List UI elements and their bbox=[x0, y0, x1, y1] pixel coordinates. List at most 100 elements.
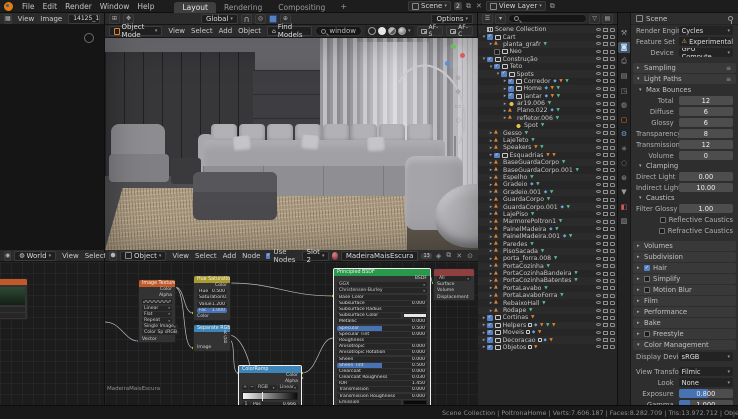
properties-row[interactable]: Film ⚠ ▾ ≡ bbox=[633, 296, 736, 306]
disable-viewport-icon[interactable] bbox=[603, 249, 608, 253]
hide-eye-icon[interactable] bbox=[596, 153, 601, 156]
property-field[interactable]: ⚠ 1.00 ▾ bbox=[679, 204, 733, 213]
node-value-slider[interactable]: Saturation0.660 bbox=[197, 295, 227, 300]
disable-viewport-icon[interactable] bbox=[603, 102, 608, 106]
outliner-row[interactable]: PisoSacada bbox=[478, 248, 617, 255]
image-texture-node[interactable]: Image Texture Color Alpha Linear▾Flat▾Re… bbox=[138, 279, 176, 343]
preset-menu-icon[interactable]: ≡ bbox=[726, 65, 731, 72]
properties-row[interactable]: Feature Set ⚠ Experimental ▾ ≡ bbox=[631, 36, 738, 47]
outliner-row[interactable]: Helpers bbox=[478, 322, 617, 329]
view-layer-selector[interactable]: View Layer ▾ bbox=[486, 1, 546, 11]
solid-shading-icon[interactable] bbox=[378, 27, 386, 35]
properties-row[interactable]: Caustics ⚠ ▾ ≡ bbox=[631, 193, 738, 203]
hide-eye-icon[interactable] bbox=[596, 94, 601, 97]
disable-render-icon[interactable] bbox=[610, 264, 615, 268]
rendered-shading-icon[interactable] bbox=[398, 27, 406, 35]
filter-options-icon[interactable]: ▤ bbox=[602, 14, 613, 24]
outliner-row[interactable]: Neo bbox=[478, 48, 617, 55]
texture[interactable]: ▨ bbox=[618, 216, 630, 227]
outliner-row[interactable]: refletor.006 bbox=[478, 115, 617, 122]
view-options-icon[interactable] bbox=[84, 33, 94, 43]
matcap-preview-icon[interactable] bbox=[269, 15, 277, 23]
display-mode-icon[interactable]: ▾ bbox=[495, 14, 506, 24]
disable-render-icon[interactable] bbox=[610, 42, 615, 46]
hide-eye-icon[interactable] bbox=[596, 146, 601, 149]
disable-render-icon[interactable] bbox=[610, 205, 615, 209]
outliner-row[interactable]: MarmorePoltron1 bbox=[478, 218, 617, 225]
outliner-row[interactable]: PortaCozinhaBandeira bbox=[478, 270, 617, 277]
outliner-row[interactable]: Cart bbox=[478, 33, 617, 40]
collection-checkbox[interactable] bbox=[508, 79, 514, 85]
color-swatch[interactable] bbox=[403, 313, 427, 318]
disable-render-icon[interactable] bbox=[610, 294, 615, 298]
node-value-slider[interactable]: Transmission0.000 bbox=[337, 387, 427, 392]
properties-row[interactable]: ⚠ ▾ ≡ bbox=[631, 58, 738, 62]
properties-row[interactable]: Render Engine ⚠ Cycles ▾ ≡ bbox=[631, 25, 738, 36]
section-arrow-icon[interactable] bbox=[637, 76, 644, 82]
collection-checkbox[interactable] bbox=[487, 34, 493, 40]
property-field[interactable]: ⚠ 8 ▾ bbox=[679, 129, 733, 138]
subsurface-method-dropdown[interactable]: Christensen-Burley▾ bbox=[337, 288, 427, 293]
hide-eye-icon[interactable] bbox=[596, 345, 601, 348]
node-value-slider[interactable]: Subsurface Radius bbox=[337, 307, 427, 312]
disable-viewport-icon[interactable] bbox=[603, 87, 608, 91]
menu-item[interactable]: Add bbox=[220, 252, 240, 260]
viewport-canvas[interactable]: ⊕ ✥ ▭ ◇ bbox=[105, 38, 478, 250]
section-checkbox[interactable] bbox=[644, 287, 650, 293]
disable-viewport-icon[interactable] bbox=[603, 109, 608, 113]
disable-viewport-icon[interactable] bbox=[603, 323, 608, 327]
colorspace-dropdown[interactable]: Color Sp sRGB bbox=[142, 330, 179, 335]
collection-checkbox[interactable] bbox=[487, 323, 493, 329]
image-editor-canvas[interactable] bbox=[0, 25, 104, 250]
menu-item[interactable]: Node bbox=[239, 252, 263, 260]
properties-row[interactable]: Transmission ⚠ 12 ▾ ≡ bbox=[631, 139, 738, 150]
collection-checkbox[interactable] bbox=[487, 337, 493, 343]
hide-eye-icon[interactable] bbox=[596, 168, 601, 171]
node-value-slider[interactable]: Sheen Tint0.500 bbox=[337, 363, 427, 368]
property-field[interactable]: ⚠ 12 ▾ bbox=[679, 96, 733, 105]
disable-render-icon[interactable] bbox=[610, 338, 615, 342]
properties-row[interactable]: Volumes ⚠ ▾ ≡ bbox=[633, 241, 736, 251]
disable-viewport-icon[interactable] bbox=[603, 190, 608, 194]
disable-viewport-icon[interactable] bbox=[603, 139, 608, 143]
disable-render-icon[interactable] bbox=[610, 35, 615, 39]
transform-orientation-dropdown[interactable]: Global ▾ bbox=[201, 14, 238, 24]
node-value-slider[interactable]: Clearcoat0.000 bbox=[337, 369, 427, 374]
disable-viewport-icon[interactable] bbox=[603, 338, 608, 342]
hide-eye-icon[interactable] bbox=[596, 79, 601, 82]
section-arrow-icon[interactable] bbox=[637, 276, 644, 282]
menu-item[interactable]: Select bbox=[192, 252, 220, 260]
use-nodes-checkbox[interactable]: ✓ bbox=[266, 253, 270, 259]
world[interactable]: ◍ bbox=[618, 100, 630, 111]
properties-row[interactable]: Clamping ⚠ ▾ ≡ bbox=[631, 161, 738, 171]
preset-menu-icon[interactable]: ≡ bbox=[726, 76, 731, 83]
gizmo-toggle-icon[interactable]: ⊕ bbox=[280, 14, 291, 24]
properties-row[interactable]: Diffuse ⚠ 6 ▾ ≡ bbox=[631, 106, 738, 117]
hide-eye-icon[interactable] bbox=[596, 190, 601, 193]
outliner-row[interactable]: Teto bbox=[478, 63, 617, 70]
disable-viewport-icon[interactable] bbox=[603, 57, 608, 61]
particles[interactable]: ✳ bbox=[618, 143, 630, 154]
disable-render-icon[interactable] bbox=[610, 94, 615, 98]
hide-eye-icon[interactable] bbox=[596, 176, 601, 179]
disable-render-icon[interactable] bbox=[610, 131, 615, 135]
image-browse-widget[interactable] bbox=[142, 299, 172, 304]
section-arrow-icon[interactable] bbox=[637, 287, 644, 293]
shader-type-dropdown[interactable]: Object ▾ bbox=[120, 251, 166, 261]
outliner-row[interactable]: Objetos bbox=[478, 344, 617, 351]
node-value-slider[interactable]: Sheen0.000 bbox=[337, 357, 427, 362]
collection-checkbox[interactable] bbox=[487, 345, 493, 351]
disable-viewport-icon[interactable] bbox=[603, 345, 608, 349]
editor-type-icon[interactable]: ⊞ bbox=[109, 14, 120, 24]
hide-eye-icon[interactable] bbox=[596, 323, 601, 326]
section-arrow-icon[interactable] bbox=[637, 309, 644, 315]
node-value-slider[interactable]: Subsurface Color bbox=[337, 313, 401, 318]
section-arrow-icon[interactable] bbox=[637, 298, 644, 304]
hide-eye-icon[interactable] bbox=[596, 316, 601, 319]
menu-item[interactable]: Help bbox=[133, 2, 158, 11]
properties-row[interactable]: Look ⚠ None ▾ ≡ bbox=[631, 377, 738, 388]
disable-render-icon[interactable] bbox=[610, 301, 615, 305]
outliner-row[interactable]: Scene Collection bbox=[478, 26, 617, 33]
disable-viewport-icon[interactable] bbox=[603, 294, 608, 298]
properties-row[interactable]: Hair ⚠ ▾ ≡ bbox=[633, 263, 736, 273]
